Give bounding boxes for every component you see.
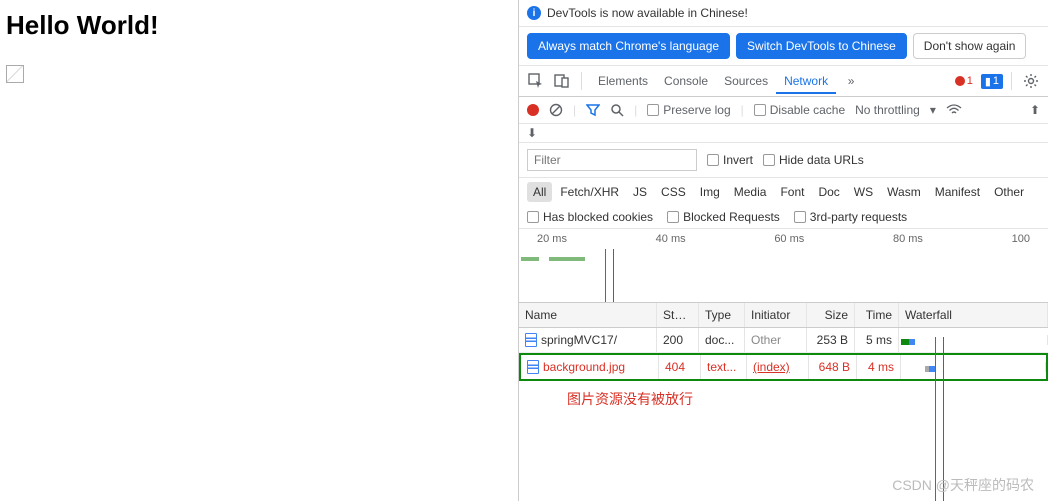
settings-icon[interactable]	[1020, 70, 1042, 92]
type-filter-img[interactable]: Img	[694, 182, 726, 202]
request-waterfall	[901, 362, 1046, 372]
type-filter-fetchxhr[interactable]: Fetch/XHR	[554, 182, 625, 202]
dont-show-again-button[interactable]: Don't show again	[913, 33, 1027, 59]
type-filter-media[interactable]: Media	[728, 182, 773, 202]
timeline-tick: 60 ms	[774, 233, 804, 245]
network-conditions-icon[interactable]	[946, 104, 962, 116]
page-heading: Hello World!	[6, 10, 509, 41]
request-name: springMVC17/	[541, 333, 617, 347]
document-icon	[527, 360, 539, 374]
extra-filters: Has blocked cookies Blocked Requests 3rd…	[519, 206, 1048, 229]
record-icon[interactable]	[527, 104, 539, 116]
tab-separator	[581, 72, 582, 90]
table-row[interactable]: springMVC17/ 200 doc... Other 253 B 5 ms	[519, 328, 1048, 353]
load-event-line	[613, 249, 614, 302]
col-type: Type	[699, 303, 745, 327]
inspect-element-icon[interactable]	[525, 70, 547, 92]
type-filter-manifest[interactable]: Manifest	[929, 182, 986, 202]
col-initiator: Initiator	[745, 303, 807, 327]
third-party-checkbox[interactable]: 3rd-party requests	[794, 210, 907, 224]
device-toolbar-icon[interactable]	[551, 70, 573, 92]
type-filter-other[interactable]: Other	[988, 182, 1030, 202]
tab-separator	[1011, 72, 1012, 90]
language-actions: Always match Chrome's language Switch De…	[519, 27, 1048, 66]
request-type: doc...	[699, 328, 745, 352]
search-icon[interactable]	[610, 103, 624, 117]
dom-content-loaded-line	[605, 249, 606, 302]
type-filter-js[interactable]: JS	[627, 182, 653, 202]
devtools-tabs: ElementsConsoleSourcesNetwork » 1 ▮ 1	[519, 66, 1048, 97]
timeline-tick: 80 ms	[893, 233, 923, 245]
import-icon[interactable]: ⬆	[1030, 103, 1040, 117]
timeline-bar	[549, 257, 585, 261]
broken-image-icon	[6, 65, 24, 83]
switch-devtools-chinese-button[interactable]: Switch DevTools to Chinese	[736, 33, 907, 59]
request-time: 5 ms	[855, 328, 899, 352]
more-tabs-icon[interactable]: »	[840, 70, 862, 92]
annotation-text: 图片资源没有被放行	[519, 381, 1048, 409]
preserve-log-checkbox[interactable]: Preserve log	[647, 103, 730, 117]
request-waterfall	[899, 335, 1048, 345]
resource-type-filters: AllFetch/XHRJSCSSImgMediaFontDocWSWasmMa…	[519, 178, 1048, 206]
download-bar[interactable]: ⬇	[519, 124, 1048, 143]
timeline-overview[interactable]: 20 ms 40 ms 60 ms 80 ms 100	[519, 229, 1048, 303]
error-badge[interactable]: 1	[951, 74, 977, 88]
col-size: Size	[807, 303, 855, 327]
filter-input[interactable]	[527, 149, 697, 171]
request-size: 253 B	[807, 328, 855, 352]
info-icon: i	[527, 6, 541, 20]
type-filter-doc[interactable]: Doc	[812, 182, 845, 202]
request-time: 4 ms	[857, 355, 901, 379]
tab-network[interactable]: Network	[776, 70, 836, 94]
timeline-tick: 40 ms	[656, 233, 686, 245]
network-toolbar: | | Preserve log | Disable cache No thro…	[519, 97, 1048, 124]
always-match-language-button[interactable]: Always match Chrome's language	[527, 33, 730, 59]
blocked-cookies-checkbox[interactable]: Has blocked cookies	[527, 210, 653, 224]
type-filter-font[interactable]: Font	[774, 182, 810, 202]
request-name: background.jpg	[543, 360, 625, 374]
request-initiator[interactable]: Other	[745, 328, 807, 352]
timeline-tick: 20 ms	[537, 233, 567, 245]
table-row[interactable]: background.jpg 404 text... (index) 648 B…	[519, 353, 1048, 381]
tab-sources[interactable]: Sources	[716, 70, 776, 92]
tab-console[interactable]: Console	[656, 70, 716, 92]
type-filter-ws[interactable]: WS	[848, 182, 879, 202]
request-status: 404	[659, 355, 701, 379]
disable-cache-checkbox[interactable]: Disable cache	[754, 103, 845, 117]
devtools-panel: i DevTools is now available in Chinese! …	[518, 0, 1048, 501]
infobar-text: DevTools is now available in Chinese!	[547, 6, 748, 20]
filter-icon[interactable]	[586, 103, 600, 117]
request-type: text...	[701, 355, 747, 379]
type-filter-wasm[interactable]: Wasm	[881, 182, 927, 202]
tab-elements[interactable]: Elements	[590, 70, 656, 92]
document-icon	[525, 333, 537, 347]
col-status: Stat...	[657, 303, 699, 327]
language-infobar: i DevTools is now available in Chinese!	[519, 0, 1048, 27]
request-size: 648 B	[809, 355, 857, 379]
timeline-tick: 100	[1012, 233, 1030, 245]
col-time: Time	[855, 303, 899, 327]
invert-checkbox[interactable]: Invert	[707, 153, 753, 167]
blocked-requests-checkbox[interactable]: Blocked Requests	[667, 210, 780, 224]
clear-icon[interactable]	[549, 103, 563, 117]
dropdown-icon[interactable]: ▾	[930, 103, 936, 117]
request-initiator[interactable]: (index)	[747, 355, 809, 379]
request-status: 200	[657, 328, 699, 352]
throttling-select[interactable]: No throttling	[855, 103, 920, 117]
type-filter-css[interactable]: CSS	[655, 182, 692, 202]
col-name: Name	[519, 303, 657, 327]
filter-bar: Invert Hide data URLs	[519, 143, 1048, 178]
watermark: CSDN @天秤座的码农	[892, 475, 1034, 495]
network-table-header[interactable]: Name Stat... Type Initiator Size Time Wa…	[519, 303, 1048, 328]
hide-data-urls-checkbox[interactable]: Hide data URLs	[763, 153, 864, 167]
timeline-bar	[521, 257, 539, 261]
col-waterfall: Waterfall	[899, 303, 1048, 327]
issues-badge[interactable]: ▮ 1	[981, 74, 1003, 89]
type-filter-all[interactable]: All	[527, 182, 552, 202]
